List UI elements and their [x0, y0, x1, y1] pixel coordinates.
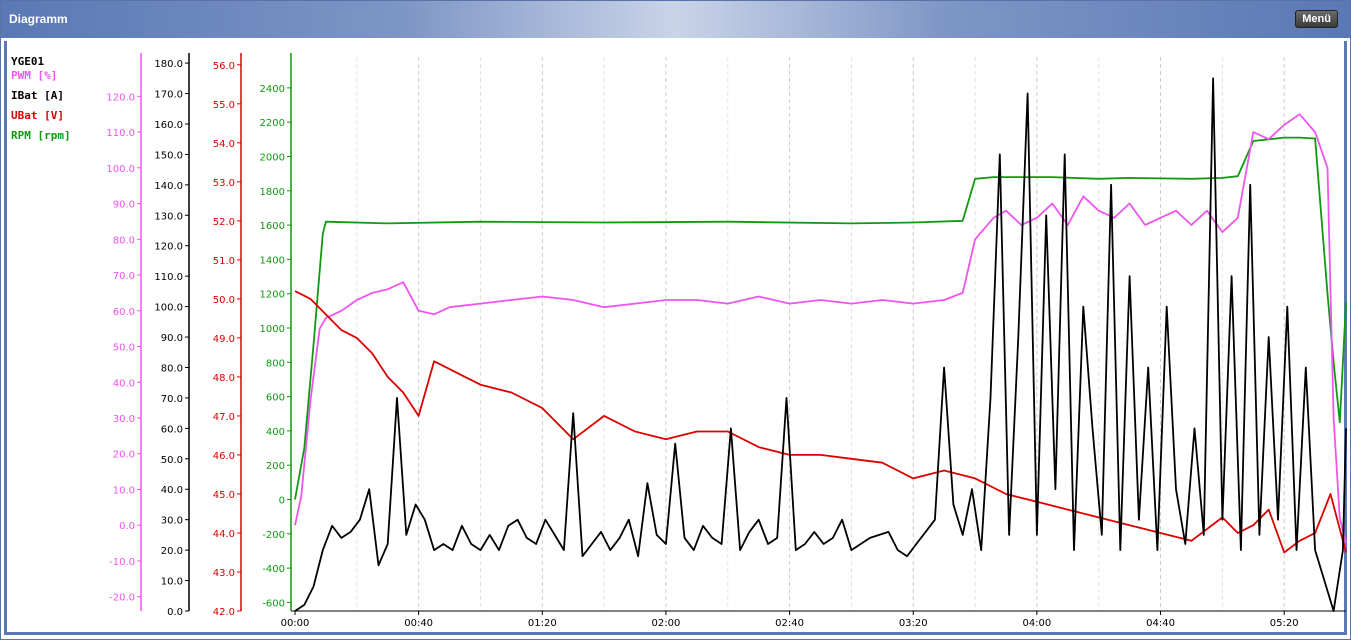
y-tick-label: 56.0	[213, 61, 235, 72]
y-tick-label: 54.0	[213, 139, 235, 150]
y-tick-label: -20.0	[109, 593, 135, 604]
y-tick-label: 1000	[260, 324, 285, 335]
y-tick-label: 30.0	[161, 516, 183, 527]
y-tick-label: 150.0	[154, 150, 183, 161]
y-tick-label: 45.0	[213, 490, 235, 501]
y-tick-label: 0	[279, 496, 285, 507]
y-tick-label: 160.0	[154, 120, 183, 131]
legend-item-ubat: UBat [V]	[11, 109, 64, 122]
diagram-window: Diagramm Menü 00:00 00:40 01:20 02:00 02:40 0…	[0, 0, 1351, 640]
line-chart: 00:00 00:40 01:20 02:00 02:40 03:20 04:00 04:40…	[106, 53, 1347, 629]
x-tick-label: 05:20	[1270, 618, 1299, 629]
y-tick-label: 400	[266, 427, 285, 438]
y-tick-label: 43.0	[213, 568, 235, 579]
x-tick-label: 04:40	[1146, 618, 1175, 629]
y-tick-label: 42.0	[213, 607, 235, 618]
y-tick-label: 50.0	[113, 343, 135, 354]
y-tick-label: 70.0	[113, 271, 135, 282]
y-tick-label: 2200	[260, 118, 285, 129]
x-tick-label: 01:20	[528, 618, 557, 629]
y-tick-label: 80.0	[113, 235, 135, 246]
y-tick-label: 800	[266, 358, 285, 369]
x-tick-label: 02:00	[652, 618, 681, 629]
legend-item-rpm: RPM [rpm]	[11, 129, 71, 142]
y-tick-label: 130.0	[154, 211, 183, 222]
y-tick-label: 140.0	[154, 181, 183, 192]
series-line-rpm	[294, 136, 1347, 500]
y-tick-label: 40.0	[161, 485, 183, 496]
chart-legend: YGE01 PWM [%] IBat [A] UBat [V] RPM [rpm…	[11, 55, 71, 149]
y-tick-label: 46.0	[213, 451, 235, 462]
y-tick-label: 90.0	[113, 200, 135, 211]
y-tick-label: 20.0	[113, 450, 135, 461]
y-tick-label: 0.0	[119, 521, 135, 532]
y-tick-label: 1800	[260, 187, 285, 198]
x-tick-label: 03:20	[899, 618, 928, 629]
y-tick-label: 90.0	[161, 333, 183, 344]
y-tick-label: 20.0	[161, 546, 183, 557]
y-tick-label: 40.0	[113, 378, 135, 389]
y-tick-label: -10.0	[109, 557, 135, 568]
x-tick-label: 02:40	[775, 618, 804, 629]
x-tick-label: 00:00	[281, 618, 310, 629]
y-tick-label: 48.0	[213, 373, 235, 384]
y-tick-label: 170.0	[154, 90, 183, 101]
y-tick-label: 1600	[260, 221, 285, 232]
y-tick-label: 1200	[260, 290, 285, 301]
y-tick-label: 47.0	[213, 412, 235, 423]
y-tick-label: 51.0	[213, 256, 235, 267]
y-tick-label: 10.0	[161, 577, 183, 588]
y-tick-label: 600	[266, 393, 285, 404]
y-tick-label: 2400	[260, 84, 285, 95]
y-tick-label: 53.0	[213, 178, 235, 189]
y-tick-label: 0.0	[167, 607, 183, 618]
y-tick-label: 10.0	[113, 485, 135, 496]
y-tick-label: 52.0	[213, 217, 235, 228]
y-tick-label: 60.0	[161, 424, 183, 435]
y-tick-label: 100.0	[106, 164, 135, 175]
y-tick-label: 180.0	[154, 59, 183, 70]
y-tick-label: 50.0	[213, 295, 235, 306]
x-tick-label: 00:40	[404, 618, 433, 629]
y-tick-label: 60.0	[113, 307, 135, 318]
y-tick-label: 2000	[260, 152, 285, 163]
y-tick-label: 49.0	[213, 334, 235, 345]
y-tick-label: 110.0	[154, 272, 183, 283]
y-tick-label: 1400	[260, 255, 285, 266]
y-tick-label: -400	[262, 564, 285, 575]
y-tick-label: 120.0	[106, 92, 135, 103]
y-tick-label: 50.0	[161, 455, 183, 466]
legend-item-ibat: IBat [A]	[11, 89, 64, 102]
y-tick-label: 100.0	[154, 303, 183, 314]
legend-item-pwm: PWM [%]	[11, 69, 58, 82]
x-tick-label: 04:00	[1022, 618, 1051, 629]
y-tick-label: 70.0	[161, 394, 183, 405]
y-tick-label: 120.0	[154, 242, 183, 253]
y-tick-label: -200	[262, 530, 285, 541]
y-tick-label: -600	[262, 598, 285, 609]
y-tick-label: 110.0	[106, 128, 135, 139]
y-tick-label: 44.0	[213, 529, 235, 540]
y-tick-label: 55.0	[213, 100, 235, 111]
y-tick-label: 80.0	[161, 363, 183, 374]
y-tick-label: 200	[266, 461, 285, 472]
series-line-ibat	[294, 77, 1347, 612]
y-tick-label: 30.0	[113, 414, 135, 425]
